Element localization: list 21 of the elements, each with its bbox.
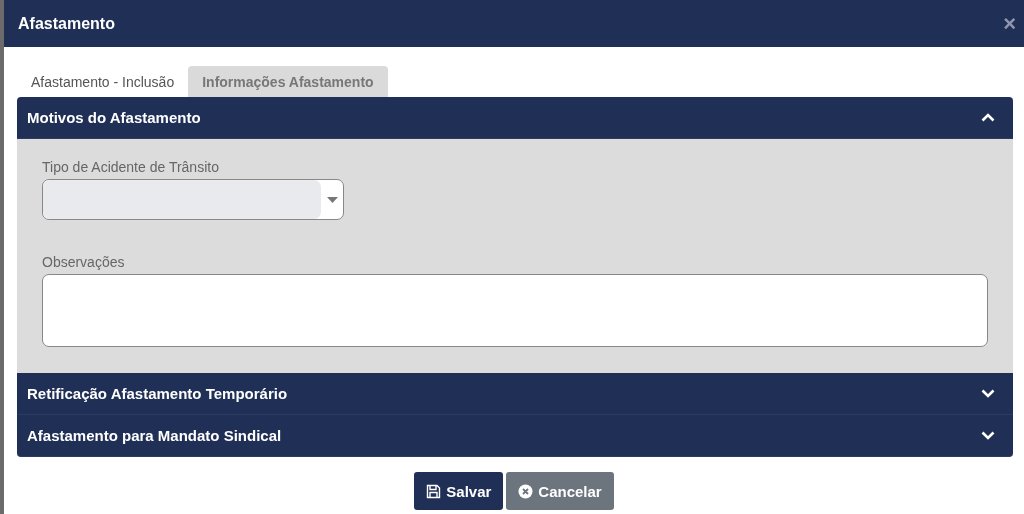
cancel-button[interactable]: Cancelar bbox=[506, 472, 614, 510]
section-title: Retificação Afastamento Temporário bbox=[27, 385, 288, 402]
select-field[interactable] bbox=[42, 179, 344, 220]
accordion-header[interactable]: Retificação Afastamento Temporário bbox=[17, 373, 1013, 415]
section-title: Motivos do Afastamento bbox=[27, 109, 201, 126]
caret-icon bbox=[326, 196, 338, 203]
field-label: Observações bbox=[42, 254, 126, 270]
section-title: Afastamento para Mandato Sindical bbox=[27, 427, 282, 444]
accordion-header[interactable]: Motivos do Afastamento bbox=[17, 97, 1013, 139]
cancel-icon bbox=[518, 483, 534, 499]
save-button[interactable]: Salvar bbox=[414, 472, 504, 510]
text-area[interactable] bbox=[42, 274, 988, 347]
close-button[interactable]: × bbox=[1003, 12, 1016, 35]
field-label: Tipo de Acidente de Trânsito bbox=[42, 159, 220, 175]
chevron-down-icon bbox=[981, 431, 995, 440]
save-icon bbox=[426, 483, 442, 499]
tab[interactable]: Afastamento - Inclusão bbox=[17, 66, 189, 97]
window-title: Afastamento bbox=[18, 14, 115, 33]
accordion-header[interactable]: Afastamento para Mandato Sindical bbox=[17, 415, 1013, 457]
chevron-down-icon bbox=[981, 389, 995, 398]
chevron-up-icon bbox=[981, 113, 995, 122]
